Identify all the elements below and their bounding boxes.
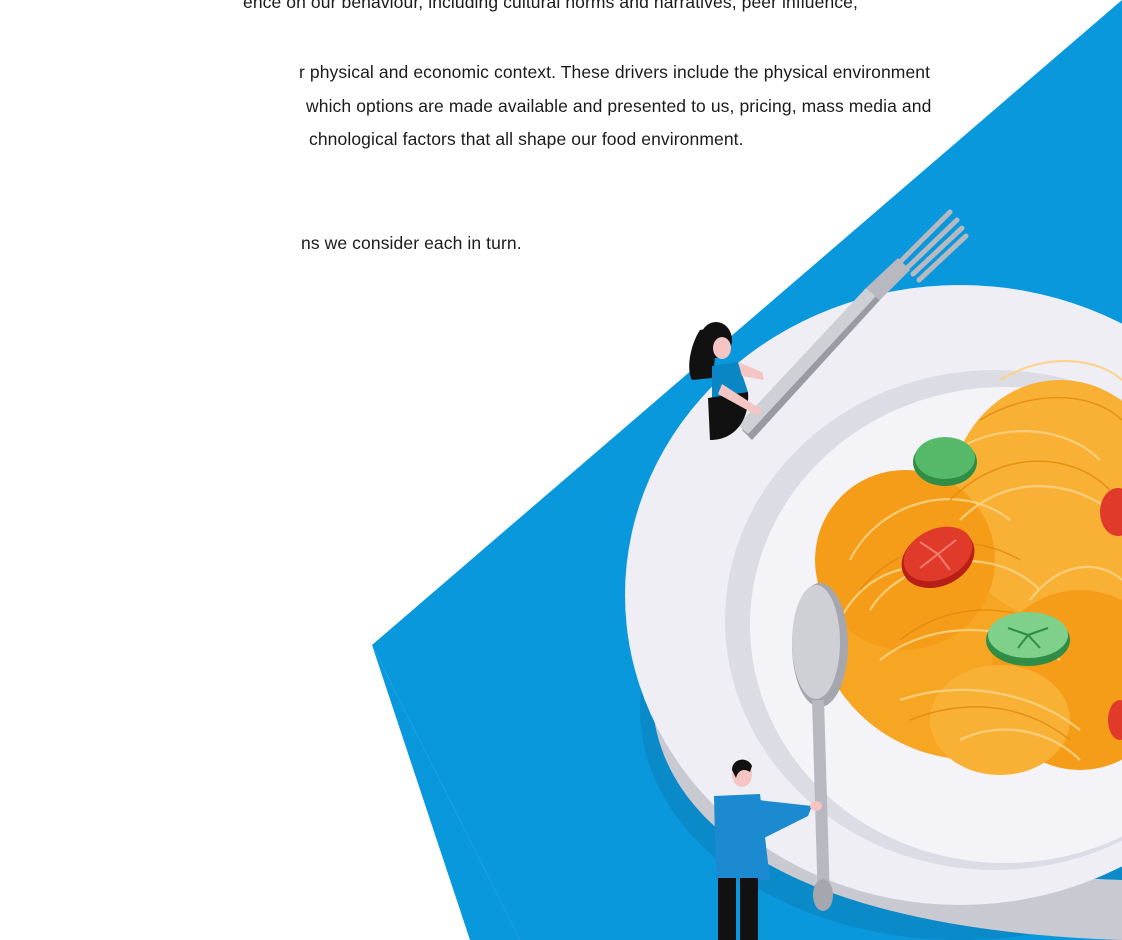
cucumber-slice-icon bbox=[986, 612, 1070, 666]
cucumber-slice-icon-2 bbox=[913, 437, 977, 486]
document-page: ence on our behaviour, including cultura… bbox=[0, 0, 1122, 940]
spaghetti-illustration bbox=[372, 0, 1122, 940]
